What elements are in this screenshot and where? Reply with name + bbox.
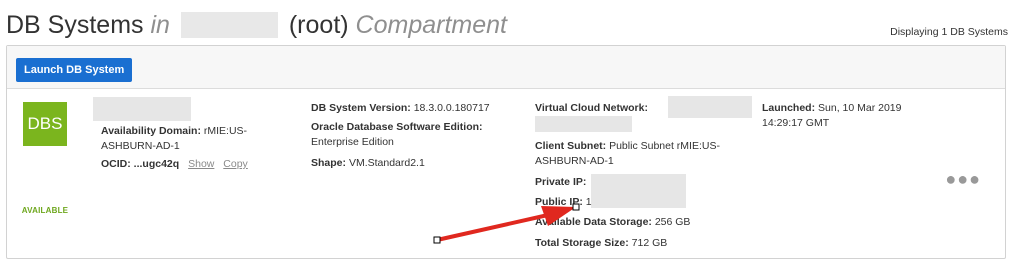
version-value: 18.3.0.0.180717 [413,102,490,114]
redacted-compartment-name [180,12,278,38]
page-title-in: in [150,11,170,39]
panel-toolbar: Launch DB System [7,46,1005,89]
subnet-value[interactable]: Public Subnet rMIE:US- [609,140,720,152]
redacted-vcn-name[interactable] [668,96,752,118]
software-edition: Oracle Database Software Edition: Enterp… [311,120,521,150]
launched-label: Launched: [762,102,816,114]
availability-domain-value-cont: ASHBURN-AD-1 [101,140,180,152]
db-system-row: DBS AVAILABLE Availability Domain: rMIE:… [7,90,1005,258]
redacted-db-system-name[interactable] [93,97,191,121]
page-title: DB Systems in (root) Compartment [6,8,507,42]
ocid-value: ...ugc42q [133,158,180,170]
client-subnet: Client Subnet: Public Subnet rMIE:US- AS… [535,139,745,169]
availability-domain: Availability Domain: rMIE:US- ASHBURN-AD… [101,124,301,154]
launched-value-cont: 14:29:17 GMT [762,117,830,129]
ocid-label: OCID: [101,158,131,170]
page-title-root: (root) [288,11,349,39]
redacted-vcn-name-cont[interactable] [535,116,632,132]
results-count: Displaying 1 DB Systems [890,26,1008,38]
dbs-icon[interactable]: DBS [23,102,67,146]
ocid-copy-link[interactable]: Copy [223,158,248,170]
public-ip-value: 1 [585,196,592,208]
shape-value: VM.Standard2.1 [348,157,425,169]
launch-db-system-button[interactable]: Launch DB System [16,58,133,82]
version-label: DB System Version: [311,102,411,114]
available-storage-value: 256 GB [654,216,691,228]
launched-value: Sun, 10 Mar 2019 [818,102,902,114]
total-storage-size: Total Storage Size: 712 GB [535,236,755,251]
edition-label: Oracle Database Software Edition: [311,121,483,133]
availability-domain-value: rMIE:US- [203,125,248,137]
available-storage-label: Available Data Storage: [535,216,652,228]
public-ip: Public IP: 1 [535,195,615,210]
total-storage-value: 712 GB [631,237,668,249]
page-title-main: DB Systems [6,11,144,39]
shape-label: Shape: [311,157,347,169]
total-storage-label: Total Storage Size: [535,237,629,249]
status-badge: AVAILABLE [21,206,69,215]
page-title-compartment: Compartment [355,11,507,39]
private-ip-label: Private IP: [535,176,587,188]
subnet-label: Client Subnet: [535,140,607,152]
vcn-label: Virtual Cloud Network: [535,102,648,114]
launched: Launched: Sun, 10 Mar 2019 14:29:17 GMT [762,101,932,131]
edition-value: Enterprise Edition [311,136,394,148]
db-systems-panel: Launch DB System DBS AVAILABLE Availabil… [6,45,1006,259]
availability-domain-label: Availability Domain: [101,125,201,137]
shape: Shape: VM.Standard2.1 [311,156,521,171]
available-data-storage: Available Data Storage: 256 GB [535,215,755,230]
ocid-show-link[interactable]: Show [188,158,214,170]
db-system-version: DB System Version: 18.3.0.0.180717 [311,101,521,116]
subnet-value-cont[interactable]: ASHBURN-AD-1 [535,155,614,167]
more-icon[interactable]: ●●● [945,169,981,190]
ocid: OCID: ...ugc42q Show Copy [101,157,301,172]
public-ip-label: Public IP: [535,196,583,208]
